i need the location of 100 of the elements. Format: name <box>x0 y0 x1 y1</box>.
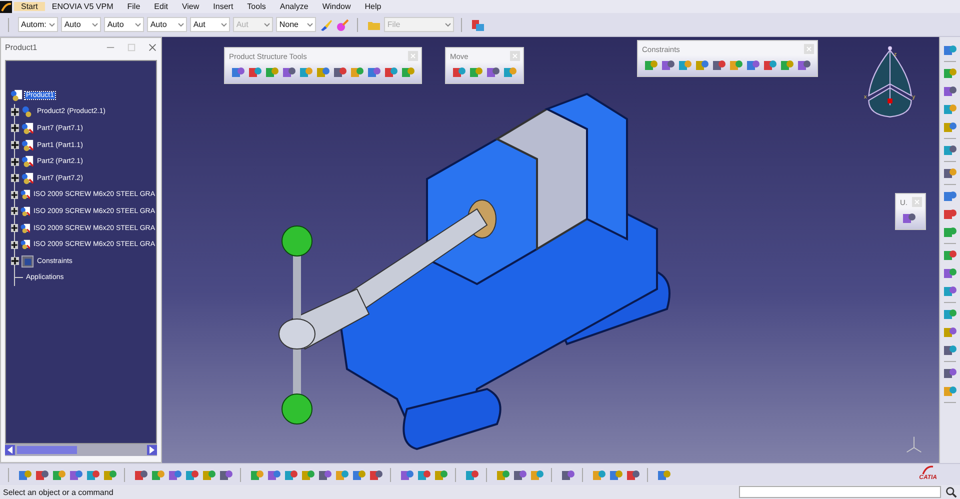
tool-icon[interactable] <box>434 468 448 482</box>
tool-icon[interactable] <box>417 468 431 482</box>
dropdown[interactable]: Auto <box>104 17 144 32</box>
close-icon[interactable] <box>148 42 157 52</box>
expand-icon[interactable] <box>11 141 19 150</box>
dropdown[interactable]: Autom: <box>18 17 58 32</box>
dropdown[interactable]: Auto <box>61 17 102 32</box>
menu-item[interactable]: Edit <box>147 2 175 11</box>
tool-icon[interactable] <box>503 65 517 79</box>
expand-icon[interactable] <box>11 240 18 249</box>
tool-icon[interactable] <box>185 468 199 482</box>
tool-icon[interactable] <box>35 468 49 482</box>
menu-item[interactable]: Analyze <box>272 2 316 11</box>
brush-icon[interactable] <box>319 18 334 32</box>
tool-icon[interactable] <box>401 65 415 79</box>
tool-icon[interactable] <box>151 468 165 482</box>
tool-icon[interactable] <box>661 58 675 72</box>
tool-icon[interactable] <box>943 307 957 321</box>
tool-icon[interactable] <box>943 43 957 57</box>
tool-icon[interactable] <box>316 65 330 79</box>
menu-item[interactable]: File <box>120 2 148 11</box>
tool-icon[interactable] <box>943 189 957 203</box>
tool-icon[interactable] <box>943 207 957 221</box>
tool-icon[interactable] <box>943 166 957 180</box>
tool-icon[interactable] <box>18 468 32 482</box>
expand-icon[interactable] <box>11 124 19 132</box>
tool-icon[interactable] <box>265 65 279 79</box>
tool-icon[interactable] <box>267 468 281 482</box>
tool-icon[interactable] <box>250 468 264 482</box>
tool-icon[interactable] <box>86 468 100 482</box>
tool-icon[interactable] <box>695 58 709 72</box>
tool-icon[interactable] <box>318 468 332 482</box>
tool-icon[interactable] <box>219 468 233 482</box>
paint-icon[interactable] <box>336 18 350 32</box>
tool-icon[interactable] <box>469 65 483 79</box>
menu-item[interactable]: ENOVIA V5 VPM <box>44 2 120 11</box>
expand-icon[interactable] <box>11 108 19 116</box>
search-icon[interactable] <box>945 486 957 498</box>
tool-icon[interactable] <box>943 248 957 262</box>
menu-item[interactable]: Tools <box>240 2 273 11</box>
menu-item[interactable]: Insert <box>206 2 240 11</box>
tool-icon[interactable] <box>52 468 66 482</box>
tool-icon[interactable] <box>678 58 692 72</box>
menu-item[interactable]: Help <box>358 2 388 11</box>
tool-icon[interactable] <box>400 468 414 482</box>
menu-item[interactable]: View <box>174 2 206 11</box>
expand-icon[interactable] <box>11 207 18 216</box>
tool-icon[interactable] <box>352 468 366 482</box>
tool-icon[interactable] <box>712 58 726 72</box>
app-icon[interactable] <box>471 18 486 32</box>
tool-icon[interactable] <box>168 468 182 482</box>
expand-icon[interactable] <box>11 158 19 166</box>
tool-icon[interactable] <box>763 58 777 72</box>
tool-icon[interactable] <box>486 65 500 79</box>
tool-icon[interactable] <box>943 266 957 280</box>
tool-icon[interactable] <box>335 468 349 482</box>
tool-icon[interactable] <box>103 468 117 482</box>
tool-icon[interactable] <box>943 284 957 298</box>
scroll-right-icon[interactable] <box>147 445 157 455</box>
tool-icon[interactable] <box>943 102 957 116</box>
tool-icon[interactable] <box>943 325 957 339</box>
tool-icon[interactable] <box>797 58 811 72</box>
tool-icon[interactable] <box>746 58 760 72</box>
menu-item[interactable]: Window <box>315 2 358 11</box>
tool-icon[interactable] <box>626 468 640 482</box>
tool-icon[interactable] <box>248 65 262 79</box>
dropdown[interactable]: Auto <box>147 17 188 32</box>
tool-icon[interactable] <box>943 66 957 80</box>
tool-icon[interactable] <box>943 366 957 380</box>
tool-icon[interactable] <box>333 65 347 79</box>
tool-icon[interactable] <box>465 468 479 482</box>
expand-icon[interactable] <box>11 224 18 232</box>
tool-icon[interactable] <box>943 343 957 357</box>
tool-icon[interactable] <box>943 143 957 157</box>
tool-icon[interactable] <box>384 65 398 79</box>
expand-icon[interactable] <box>11 257 19 266</box>
tool-icon[interactable] <box>943 225 957 239</box>
menu-item[interactable]: Start <box>14 2 45 11</box>
tool-icon[interactable] <box>592 468 606 482</box>
tool-icon[interactable] <box>657 468 671 482</box>
tool-icon[interactable] <box>561 468 575 482</box>
tool-icon[interactable] <box>282 65 296 79</box>
tool-icon[interactable] <box>943 84 957 98</box>
tool-icon[interactable] <box>284 468 298 482</box>
expand-icon[interactable] <box>11 190 18 199</box>
dropdown[interactable]: None <box>276 17 316 32</box>
tool-icon[interactable] <box>609 468 623 482</box>
tool-icon[interactable] <box>69 468 83 482</box>
scroll-left-icon[interactable] <box>5 445 15 455</box>
tool-icon[interactable] <box>301 468 315 482</box>
expand-icon[interactable] <box>11 174 19 182</box>
tool-icon[interactable] <box>780 58 794 72</box>
tool-icon[interactable] <box>452 65 466 79</box>
tool-icon[interactable] <box>644 58 658 72</box>
tool-icon[interactable] <box>367 65 381 79</box>
tool-icon[interactable] <box>496 468 510 482</box>
tool-icon[interactable] <box>231 65 245 79</box>
tool-icon[interactable] <box>943 120 957 134</box>
scroll-thumb[interactable] <box>17 446 77 454</box>
dropdown[interactable]: Aut <box>190 17 230 32</box>
